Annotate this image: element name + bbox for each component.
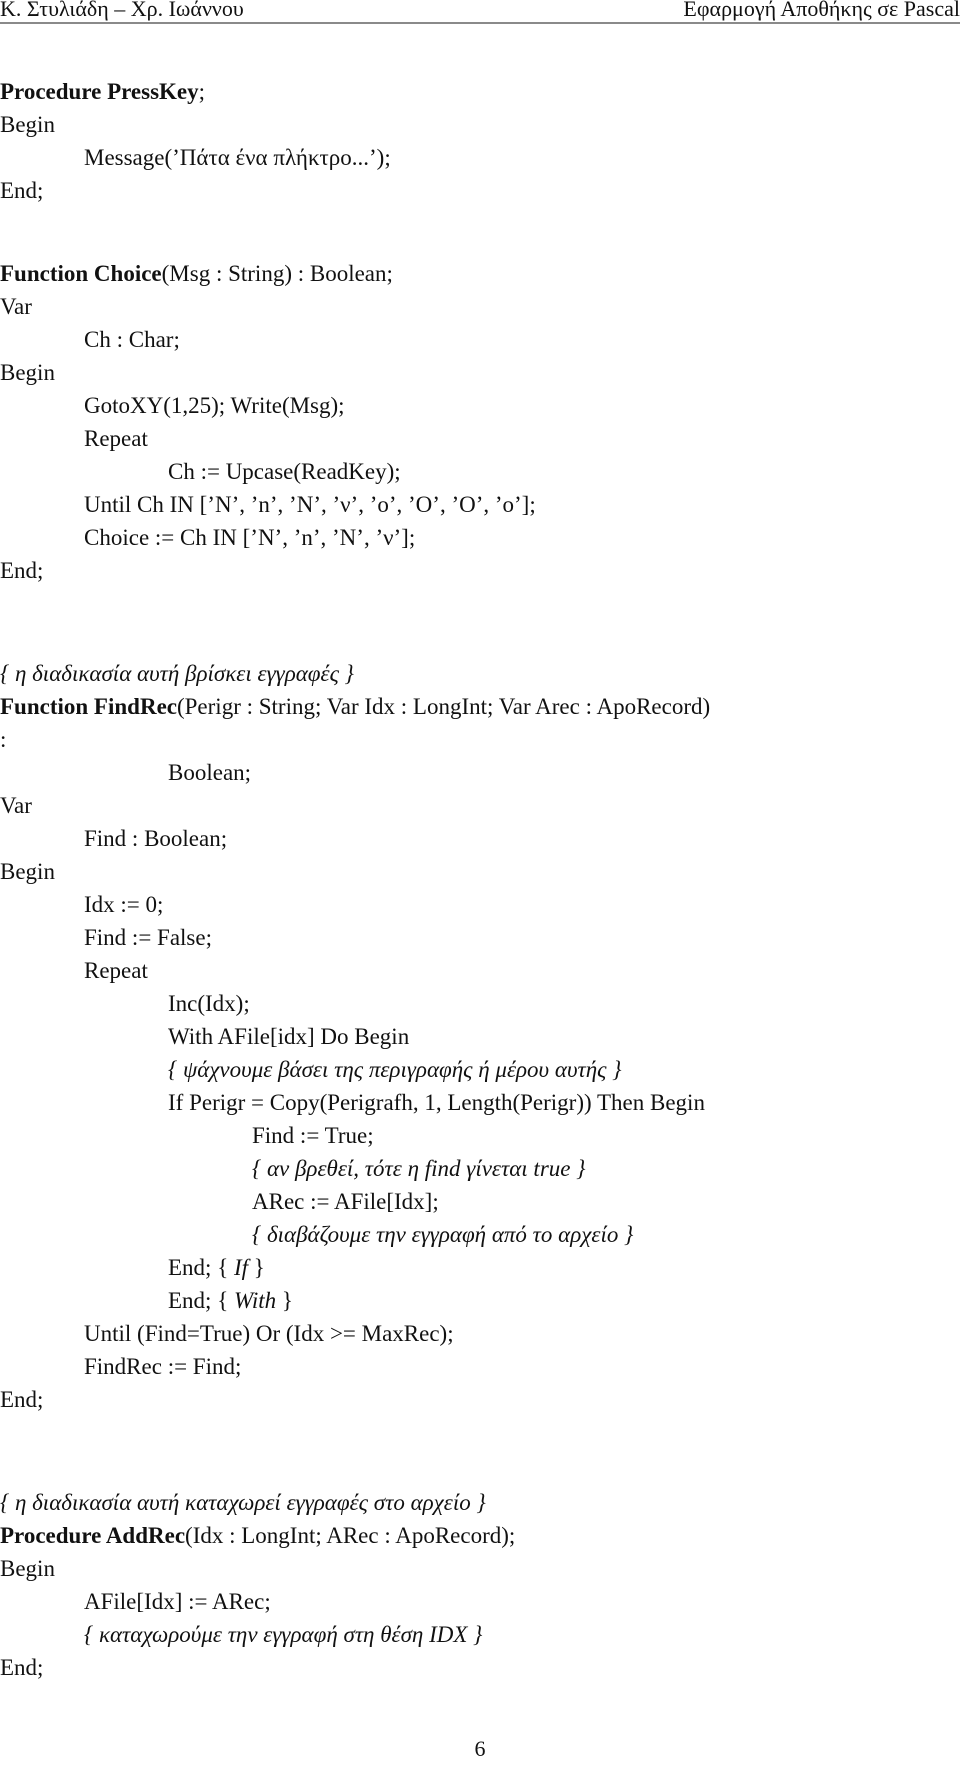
code-comment: { καταχωρούμε την εγγραφή στη θέση IDX }	[84, 1622, 483, 1647]
code-line: Find := False;	[84, 924, 212, 952]
code-line: Var	[0, 293, 32, 321]
code-text: (Perigr : String; Var Idx : LongInt; Var…	[176, 694, 711, 719]
code-text: }	[248, 1255, 265, 1280]
code-line: FindRec := Find;	[84, 1353, 241, 1381]
code-line: { καταχωρούμε την εγγραφή στη θέση IDX }	[84, 1621, 482, 1649]
code-line: End; { With }	[168, 1287, 293, 1315]
header-divider	[0, 22, 960, 24]
code-text: Until Ch IN [’N’, ’n’, ’Ν’, ’ν’, ’ο’, ’Ο…	[84, 492, 536, 517]
code-text: (Msg : String) : Boolean;	[161, 261, 393, 286]
code-text: GotoXY(1,25); Write(Msg);	[84, 393, 345, 418]
code-text: End;	[0, 1655, 44, 1680]
code-text: Begin	[0, 859, 55, 884]
code-line: ARec := AFile[Idx];	[252, 1188, 439, 1216]
page-header: Κ. Στυλιάδη – Χρ. Ιωάννου Εφαρμογή Αποθή…	[0, 0, 960, 22]
code-line: Function FindRec(Perigr : String; Var Id…	[0, 693, 710, 721]
code-declaration: Function Choice	[0, 261, 162, 286]
code-line: Begin	[0, 111, 55, 139]
code-line: Boolean;	[168, 759, 251, 787]
code-line: Idx := 0;	[84, 891, 163, 919]
code-text: End;	[0, 1387, 44, 1412]
code-declaration: Function FindRec	[0, 694, 177, 719]
code-line: Begin	[0, 359, 55, 387]
code-comment: { διαβάζουμε την εγγραφή από το αρχείο }	[252, 1222, 634, 1247]
code-text: Find := True;	[252, 1123, 374, 1148]
code-text: With AFile[idx] Do Begin	[168, 1024, 410, 1049]
code-text: Boolean;	[168, 760, 252, 785]
code-text: Find := False;	[84, 925, 212, 950]
code-text: If Perigr = Copy(Perigrafh, 1, Length(Pe…	[168, 1090, 705, 1115]
code-text: End; {	[168, 1255, 234, 1280]
code-comment: { η διαδικασία αυτή καταχωρεί εγγραφές σ…	[0, 1490, 486, 1515]
code-line: { η διαδικασία αυτή καταχωρεί εγγραφές σ…	[0, 1489, 486, 1517]
code-line: GotoXY(1,25); Write(Msg);	[84, 392, 345, 420]
code-text: Begin	[0, 1556, 55, 1581]
code-line: { ψάχνουμε βάσει της περιγραφής ή μέρου …	[168, 1056, 621, 1084]
code-line: End; { If }	[168, 1254, 265, 1282]
code-line: Repeat	[84, 425, 148, 453]
code-text: AFile[Idx] := ARec;	[84, 1589, 271, 1614]
code-line: Choice := Ch IN [’N’, ’n’, ’Ν’, ’ν’];	[84, 524, 415, 552]
code-comment: { η διαδικασία αυτή βρίσκει εγγραφές }	[0, 661, 354, 686]
code-text: Message(’Πάτα ένα πλήκτρο...’);	[84, 145, 391, 170]
code-text: (Idx : LongInt; ARec : ApoRecord);	[185, 1523, 516, 1548]
code-line: Function Choice(Msg : String) : Boolean;	[0, 260, 393, 288]
code-text: Ch := Upcase(ReadKey);	[168, 459, 401, 484]
header-authors: Κ. Στυλιάδη – Χρ. Ιωάννου	[0, 0, 244, 21]
code-text: Var	[0, 793, 32, 818]
code-line: AFile[Idx] := ARec;	[84, 1588, 271, 1616]
code-comment: If	[233, 1255, 249, 1280]
code-text: End; {	[168, 1288, 234, 1313]
code-text: End;	[0, 178, 44, 203]
code-text: Find : Boolean;	[84, 826, 228, 851]
code-line: Until Ch IN [’N’, ’n’, ’Ν’, ’ν’, ’ο’, ’Ο…	[84, 491, 536, 519]
code-text: Until (Find=True) Or (Idx >= MaxRec);	[84, 1321, 454, 1346]
code-text: ;	[198, 79, 206, 104]
code-comment: With	[233, 1288, 277, 1313]
code-text: Choice := Ch IN [’N’, ’n’, ’Ν’, ’ν’];	[84, 525, 416, 550]
code-text: Inc(Idx);	[168, 991, 250, 1016]
code-text: Repeat	[84, 958, 148, 983]
code-line: Message(’Πάτα ένα πλήκτρο...’);	[84, 144, 391, 172]
code-comment: { αν βρεθεί, τότε η find γίνεται true }	[252, 1156, 586, 1181]
code-text: ARec := AFile[Idx];	[252, 1189, 439, 1214]
code-text: Var	[0, 294, 32, 319]
code-line: Procedure PressKey;	[0, 78, 205, 106]
code-text: Ch : Char;	[84, 327, 180, 352]
code-line: End;	[0, 1386, 43, 1414]
page-number: 6	[474, 1736, 486, 1761]
code-line: Inc(Idx);	[168, 990, 250, 1018]
code-line: Procedure AddRec(Idx : LongInt; ARec : A…	[0, 1522, 515, 1550]
code-line: Find : Boolean;	[84, 825, 227, 853]
code-declaration: Procedure PressKey	[0, 79, 199, 104]
code-line: { διαβάζουμε την εγγραφή από το αρχείο }	[252, 1221, 633, 1249]
code-line: End;	[0, 177, 43, 205]
code-text: Begin	[0, 112, 55, 137]
code-line: Begin	[0, 1555, 55, 1583]
code-text: Begin	[0, 360, 55, 385]
code-line: End;	[0, 557, 43, 585]
code-line: :	[0, 726, 6, 754]
code-text: :	[0, 727, 7, 752]
code-line: End;	[0, 1654, 43, 1682]
code-text: Repeat	[84, 426, 148, 451]
code-text: Idx := 0;	[84, 892, 164, 917]
code-text: }	[276, 1288, 293, 1313]
code-text: FindRec := Find;	[84, 1354, 242, 1379]
code-line: Ch : Char;	[84, 326, 180, 354]
code-line: { αν βρεθεί, τότε η find γίνεται true }	[252, 1155, 585, 1183]
code-line: Until (Find=True) Or (Idx >= MaxRec);	[84, 1320, 454, 1348]
code-line: Repeat	[84, 957, 148, 985]
code-declaration: Procedure AddRec	[0, 1523, 186, 1548]
code-line: Ch := Upcase(ReadKey);	[168, 458, 401, 486]
code-comment: { ψάχνουμε βάσει της περιγραφής ή μέρου …	[168, 1057, 622, 1082]
header-title: Εφαρμογή Αποθήκης σε Pascal	[683, 0, 960, 21]
code-text: End;	[0, 558, 44, 583]
code-line: Var	[0, 792, 32, 820]
code-line: With AFile[idx] Do Begin	[168, 1023, 409, 1051]
code-line: Find := True;	[252, 1122, 374, 1150]
code-line: { η διαδικασία αυτή βρίσκει εγγραφές }	[0, 660, 354, 688]
code-line: Begin	[0, 858, 55, 886]
code-line: If Perigr = Copy(Perigrafh, 1, Length(Pe…	[168, 1089, 705, 1117]
